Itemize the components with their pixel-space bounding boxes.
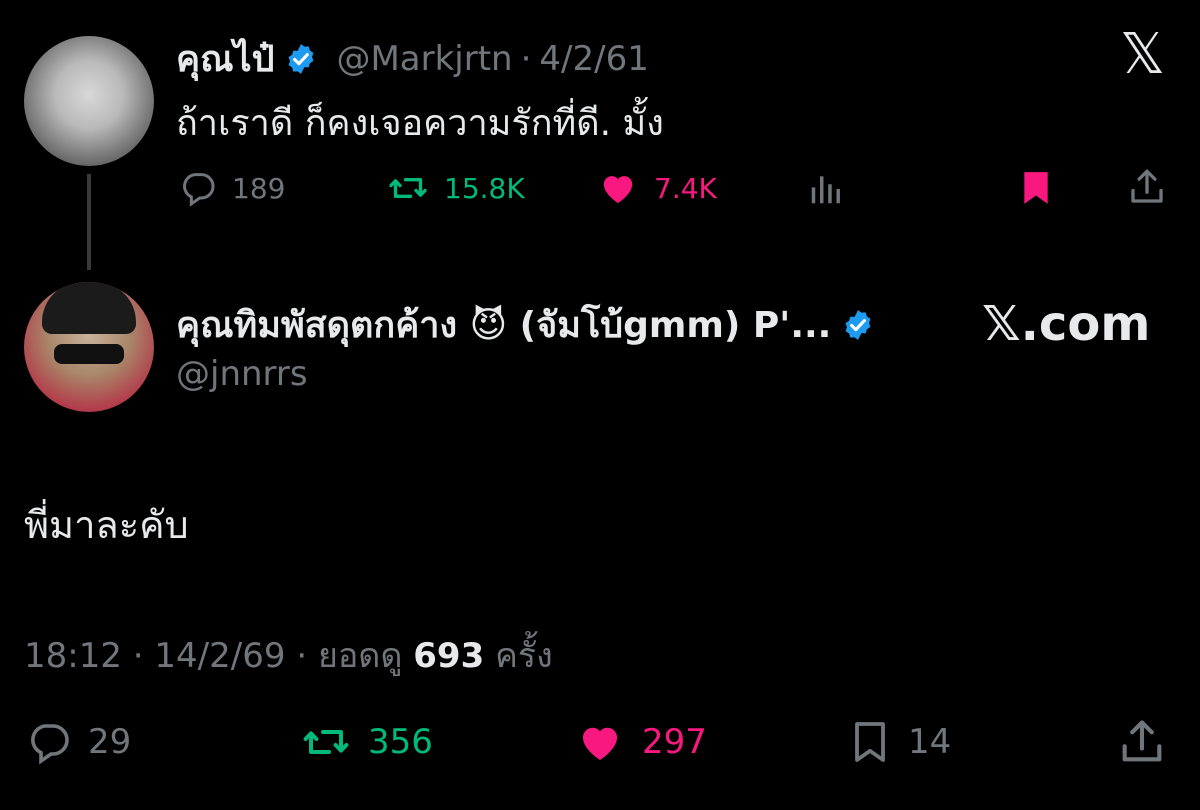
avatar-jnnrrs[interactable] xyxy=(24,282,154,412)
verified-badge-icon xyxy=(288,43,314,74)
bookmark-filled-icon xyxy=(1024,172,1048,204)
handle[interactable]: @Markjrtn xyxy=(336,39,512,79)
retweet-button[interactable]: 356 xyxy=(298,718,433,766)
retweet-count: 15.8K xyxy=(444,171,525,205)
reply-button[interactable]: 189 xyxy=(178,168,285,208)
views-count[interactable]: 693 xyxy=(413,636,484,676)
tweet-date[interactable]: 14/2/69 xyxy=(154,636,285,676)
bookmark-button[interactable] xyxy=(1016,168,1056,212)
avatar-markjrtn[interactable] xyxy=(24,36,154,166)
x-logo-icon: 𝕏 xyxy=(1120,22,1166,87)
quoted-tweet-text: ถ้าเราดี ก็คงเจอความรักที่ดี. มั้ง xyxy=(176,103,664,144)
meta-separator-dot: · xyxy=(296,636,308,676)
heart-filled-icon xyxy=(603,176,633,203)
handle[interactable]: @jnnrrs xyxy=(176,354,308,394)
views-prefix: ยอดดู xyxy=(317,636,403,676)
x-com-watermark: 𝕏.com xyxy=(982,296,1151,352)
tweet-date[interactable]: 4/2/61 xyxy=(539,39,648,79)
meta-separator-dot: · xyxy=(132,636,144,676)
thread-connector-line xyxy=(87,174,91,270)
tweet-time[interactable]: 18:12 xyxy=(24,636,122,676)
display-name[interactable]: คุณไป๋ xyxy=(176,30,274,87)
bookmark-count: 14 xyxy=(908,722,952,762)
retweet-icon xyxy=(303,730,349,754)
like-button[interactable]: 297 xyxy=(572,718,707,766)
share-button[interactable] xyxy=(1116,716,1168,772)
retweet-icon xyxy=(389,178,427,198)
analytics-icon xyxy=(811,176,840,204)
share-button[interactable] xyxy=(1126,166,1168,212)
reply-tweet-header: คุณทิมพัสดุตกค้าง 😈 (จัมโบ้gmm) P'... xyxy=(176,296,875,353)
share-icon xyxy=(1131,169,1163,203)
heart-filled-icon xyxy=(582,727,618,760)
verified-badge-icon xyxy=(845,309,871,340)
like-count: 7.4K xyxy=(654,171,717,205)
reply-tweet-text: พี่มาละคับ xyxy=(24,503,189,547)
reply-button[interactable]: 29 xyxy=(24,718,131,766)
avatar-sunglasses xyxy=(54,344,124,364)
reply-count: 29 xyxy=(88,722,132,762)
tweet-meta: 18:12 · 14/2/69 · ยอดดู 693 ครั้ง xyxy=(24,628,553,682)
retweet-count: 356 xyxy=(368,722,433,762)
quoted-tweet-header: คุณไป๋ @Markjrtn · 4/2/61 xyxy=(176,30,649,87)
like-count: 297 xyxy=(642,722,707,762)
retweet-button[interactable]: 15.8K xyxy=(386,168,525,208)
views-suffix: ครั้ง xyxy=(495,636,553,676)
reply-icon xyxy=(183,173,215,207)
share-icon xyxy=(1122,720,1162,762)
separator-dot: · xyxy=(520,38,532,79)
avatar-hair xyxy=(42,282,136,334)
bookmark-button[interactable]: 14 xyxy=(846,718,951,766)
display-name[interactable]: คุณทิมพัสดุตกค้าง 😈 (จัมโบ้gmm) P'... xyxy=(176,296,831,353)
reply-icon xyxy=(31,724,69,765)
bookmark-icon xyxy=(855,722,885,762)
analytics-button[interactable] xyxy=(806,170,846,212)
reply-count: 189 xyxy=(232,171,286,205)
like-button[interactable]: 7.4K xyxy=(596,168,717,208)
